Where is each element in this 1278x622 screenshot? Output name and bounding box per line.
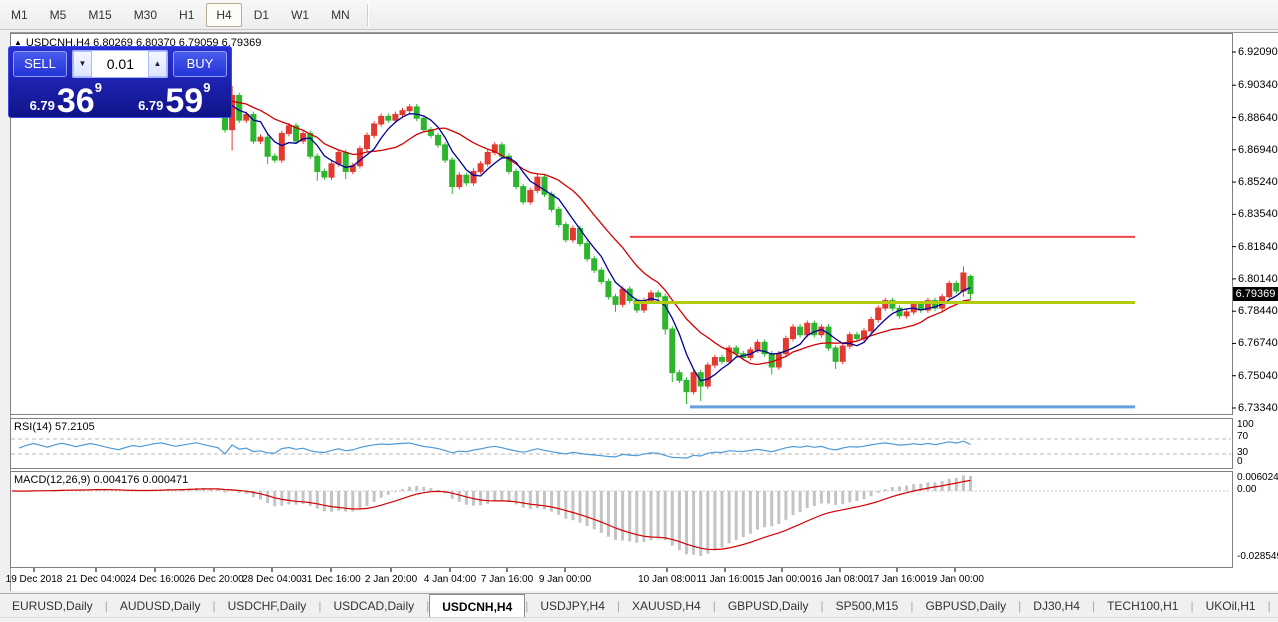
buy-price-prefix: 6.79 (138, 98, 163, 113)
volume-input[interactable]: 0.01 (92, 56, 148, 72)
buy-button[interactable]: BUY (173, 51, 227, 77)
price-axis-label: 6.80140 (1238, 273, 1278, 285)
volume-stepper: ▼ 0.01 ▲ (72, 50, 168, 78)
macd-label: MACD(12,26,9) 0.004176 0.000471 (14, 474, 188, 486)
rsi-scale-label: 70 (1237, 431, 1248, 442)
time-axis-label: 2 Jan 20:00 (365, 574, 417, 585)
buy-price-display[interactable]: 6.79 59 9 (122, 80, 228, 117)
time-axis-label: 9 Jan 00:00 (539, 574, 591, 585)
timeframe-button-m5[interactable]: M5 (40, 3, 77, 27)
timeframe-button-d1[interactable]: D1 (244, 3, 279, 27)
sell-button[interactable]: SELL (13, 51, 67, 77)
price-axis-label: 6.76740 (1238, 337, 1278, 349)
volume-increase-icon[interactable]: ▲ (148, 51, 167, 77)
tab-sp500-m15[interactable]: SP500,M15 (824, 594, 911, 618)
time-axis-label: 24 Dec 16:00 (125, 574, 185, 585)
time-axis-label: 19 Dec 2018 (6, 574, 63, 585)
tab-xauusd-h4[interactable]: XAUUSD,H4 (620, 594, 713, 618)
macd-scale-label: 0.006024 (1237, 472, 1278, 483)
sell-price-prefix: 6.79 (30, 98, 55, 113)
tab-audusd-daily[interactable]: AUDUSD,Daily (108, 594, 213, 618)
tab-ukoil-h1[interactable]: UKOil,H1 (1194, 594, 1268, 618)
one-click-trade-widget: SELL ▼ 0.01 ▲ BUY 6.79 36 9 6.79 59 9 (8, 46, 232, 118)
sell-price-big: 36 (57, 86, 95, 116)
tab-usdchf-daily[interactable]: USDCHF,Daily (216, 594, 319, 618)
tab-usdcnh-h4[interactable]: USDCNH,H4 (429, 594, 525, 618)
price-axis-label: 6.88640 (1238, 112, 1278, 124)
timeframe-button-h4[interactable]: H4 (206, 3, 241, 27)
buy-price-big: 59 (165, 86, 203, 116)
rsi-scale-label: 0 (1237, 456, 1243, 467)
rsi-scale-label: 100 (1237, 419, 1254, 430)
price-axis-label: 6.73340 (1238, 402, 1278, 414)
time-axis-label: 11 Jan 16:00 (696, 574, 753, 585)
tab-usdjpy-h4[interactable]: USDJPY,H4 (528, 594, 616, 618)
time-axis-label: 19 Jan 00:00 (926, 574, 984, 585)
price-axis-label: 6.90340 (1238, 79, 1278, 91)
macd-scale-label: -0.028549 (1237, 551, 1278, 562)
time-axis-label: 16 Jan 08:00 (811, 574, 869, 585)
macd-scale-label: 0.00 (1237, 484, 1256, 495)
time-axis-label: 26 Dec 20:00 (184, 574, 244, 585)
price-axis-label: 6.83540 (1238, 208, 1278, 220)
buy-price-sup: 9 (203, 80, 210, 95)
rsi-label: RSI(14) 57.2105 (14, 421, 95, 433)
time-axis-label: 10 Jan 08:00 (638, 574, 696, 585)
time-axis-label: 7 Jan 16:00 (481, 574, 533, 585)
sell-price-display[interactable]: 6.79 36 9 (13, 80, 119, 117)
tab-eurusd-daily[interactable]: EURUSD,Daily (0, 594, 105, 618)
timeframe-toolbar: M1M5M15M30H1H4D1W1MN (0, 0, 1278, 30)
volume-decrease-icon[interactable]: ▼ (73, 51, 92, 77)
chart-tab-bar: EURUSD,Daily|AUDUSD,Daily|USDCHF,Daily|U… (0, 593, 1278, 618)
timeframe-button-m1[interactable]: M1 (1, 3, 38, 27)
sell-price-sup: 9 (95, 80, 102, 95)
price-axis-label: 6.78440 (1238, 305, 1278, 317)
price-axis-label: 6.86940 (1238, 144, 1278, 156)
timeframe-button-h1[interactable]: H1 (169, 3, 204, 27)
time-axis-label: 31 Dec 16:00 (301, 574, 361, 585)
time-axis-label: 15 Jan 00:00 (753, 574, 811, 585)
tab-tech100-h1[interactable]: TECH100,H1 (1095, 594, 1190, 618)
price-axis-label: 6.81840 (1238, 241, 1278, 253)
timeframe-button-m15[interactable]: M15 (78, 3, 121, 27)
tab-u[interactable]: U (1271, 594, 1278, 618)
time-axis-label: 28 Dec 04:00 (242, 574, 302, 585)
tab-gbpusd-daily[interactable]: GBPUSD,Daily (913, 594, 1018, 618)
timeframe-button-w1[interactable]: W1 (281, 3, 319, 27)
time-axis-label: 21 Dec 04:00 (66, 574, 126, 585)
tab-usdcad-daily[interactable]: USDCAD,Daily (321, 594, 426, 618)
price-axis-label: 6.85240 (1238, 176, 1278, 188)
time-axis-label: 17 Jan 16:00 (868, 574, 926, 585)
time-axis-label: 4 Jan 04:00 (424, 574, 476, 585)
timeframe-button-m30[interactable]: M30 (124, 3, 167, 27)
bottom-strip (0, 617, 1278, 622)
toolbar-separator (367, 4, 368, 26)
price-axis-label: 6.75040 (1238, 370, 1278, 382)
price-axis-label: 6.92090 (1238, 46, 1278, 58)
tab-gbpusd-daily[interactable]: GBPUSD,Daily (716, 594, 821, 618)
current-price-badge: 6.79369 (1233, 287, 1278, 301)
tab-dj30-h4[interactable]: DJ30,H4 (1021, 594, 1092, 618)
timeframe-button-mn[interactable]: MN (321, 3, 360, 27)
